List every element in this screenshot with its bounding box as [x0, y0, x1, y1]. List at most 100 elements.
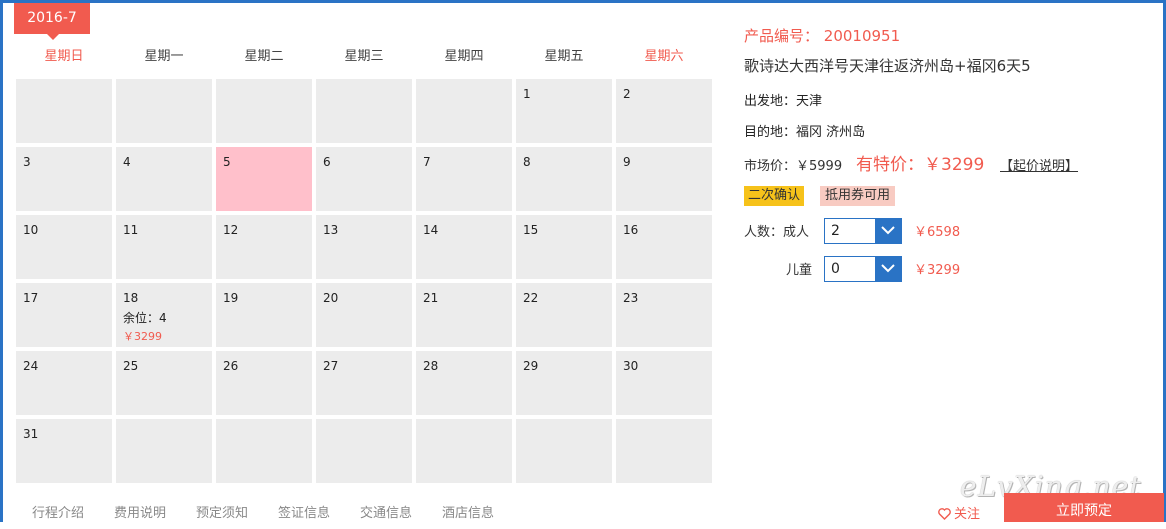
calendar-day[interactable]: 5: [216, 147, 312, 211]
calendar-grid: 1 2 3 4 5 6 7 8 9 10 11 12 13 14 15 16 17 18 余位：4 ￥3299 19 20…: [14, 77, 714, 485]
day-number: 5: [223, 155, 231, 169]
day-number: 6: [323, 155, 331, 169]
calendar-empty-cell: [316, 419, 412, 483]
calendar-day[interactable]: 15: [516, 215, 612, 279]
product-name: 歌诗达大西洋号天津往返济州岛+福冈6天5: [744, 57, 1031, 75]
adults-select[interactable]: 2: [824, 218, 902, 244]
tab-hotel[interactable]: 酒店信息: [442, 502, 494, 521]
weekday-sun: 星期日: [44, 49, 84, 64]
destination: 目的地：福冈 济州岛: [744, 125, 866, 140]
calendar-day[interactable]: 12: [216, 215, 312, 279]
adults-value: 2: [831, 223, 840, 239]
day-number: 15: [523, 223, 539, 237]
calendar-empty-cell: [16, 79, 112, 143]
day-number: 30: [623, 359, 639, 373]
follow-label: 关注: [954, 507, 981, 522]
calendar-day[interactable]: 2: [616, 79, 712, 143]
weekday-sat: 星期六: [644, 49, 684, 64]
calendar-empty-cell: [616, 419, 712, 483]
tab-booking-notes[interactable]: 预定须知: [196, 502, 248, 521]
weekday-fri: 星期五: [544, 49, 584, 64]
day-number: 29: [523, 359, 539, 373]
calendar-empty-cell: [216, 79, 312, 143]
weekday-mon: 星期一: [144, 49, 184, 64]
chevron-down-icon[interactable]: [875, 257, 901, 281]
weekday-wed: 星期三: [344, 49, 384, 64]
calendar-day[interactable]: 9: [616, 147, 712, 211]
calendar-day[interactable]: 24: [16, 351, 112, 415]
calendar-day[interactable]: 31: [16, 419, 112, 483]
product-id: 产品编号： 20010951: [744, 25, 900, 46]
tab-visa[interactable]: 签证信息: [278, 502, 330, 521]
tab-fees[interactable]: 费用说明: [114, 502, 166, 521]
calendar-day[interactable]: 29: [516, 351, 612, 415]
calendar-day[interactable]: 27: [316, 351, 412, 415]
heart-icon: [938, 508, 951, 520]
calendar-day[interactable]: 3: [16, 147, 112, 211]
calendar-empty-cell: [316, 79, 412, 143]
calendar-day[interactable]: 1: [516, 79, 612, 143]
day-number: 11: [123, 223, 139, 237]
tab-transport[interactable]: 交通信息: [360, 502, 412, 521]
day-number: 12: [223, 223, 239, 237]
calendar-day[interactable]: 18 余位：4 ￥3299: [116, 283, 212, 347]
children-label: 儿童: [786, 263, 813, 278]
product-id-value: 20010951: [823, 27, 901, 45]
special-price: 有特价：￥3299: [856, 155, 985, 175]
calendar-day[interactable]: 22: [516, 283, 612, 347]
confirm-badge: 二次确认: [744, 186, 805, 206]
day-number: 18: [123, 291, 139, 305]
calendar-day[interactable]: 23: [616, 283, 712, 347]
day-number: 9: [623, 155, 631, 169]
price-explain-link[interactable]: 【起价说明】: [1000, 155, 1078, 174]
day-price: ￥3299: [123, 330, 162, 343]
day-number: 7: [423, 155, 431, 169]
calendar-day[interactable]: 13: [316, 215, 412, 279]
book-now-button[interactable]: 立即预定: [1004, 493, 1164, 522]
day-number: 16: [623, 223, 639, 237]
calendar-day[interactable]: 19: [216, 283, 312, 347]
calendar-day[interactable]: 11: [116, 215, 212, 279]
children-select[interactable]: 0: [824, 256, 902, 282]
calendar-empty-cell: [516, 419, 612, 483]
adults-total: ￥6598: [914, 225, 961, 240]
calendar-day[interactable]: 17: [16, 283, 112, 347]
calendar-day[interactable]: 20: [316, 283, 412, 347]
calendar-day[interactable]: 30: [616, 351, 712, 415]
day-number: 27: [323, 359, 339, 373]
day-number: 31: [23, 427, 39, 441]
calendar-day[interactable]: 26: [216, 351, 312, 415]
day-number: 26: [223, 359, 239, 373]
calendar-empty-cell: [116, 79, 212, 143]
chevron-down-icon[interactable]: [875, 219, 901, 243]
day-number: 13: [323, 223, 339, 237]
calendar-day[interactable]: 16: [616, 215, 712, 279]
calendar-day[interactable]: 10: [16, 215, 112, 279]
follow-button[interactable]: 关注: [938, 503, 980, 522]
day-number: 25: [123, 359, 139, 373]
day-number: 4: [123, 155, 131, 169]
day-number: 23: [623, 291, 639, 305]
left-border: [0, 0, 3, 522]
month-tab[interactable]: 2016-7: [14, 3, 90, 40]
product-id-label: 产品编号：: [744, 27, 820, 45]
calendar-day[interactable]: 21: [416, 283, 512, 347]
calendar-day[interactable]: 25: [116, 351, 212, 415]
calendar-day[interactable]: 4: [116, 147, 212, 211]
calendar-day[interactable]: 14: [416, 215, 512, 279]
calendar-day[interactable]: 28: [416, 351, 512, 415]
calendar-day[interactable]: 8: [516, 147, 612, 211]
day-number: 22: [523, 291, 539, 305]
day-number: 28: [423, 359, 439, 373]
day-number: 19: [223, 291, 239, 305]
tab-itinerary[interactable]: 行程介绍: [32, 502, 84, 521]
day-number: 21: [423, 291, 439, 305]
calendar-empty-cell: [216, 419, 312, 483]
calendar-empty-cell: [416, 419, 512, 483]
day-number: 10: [23, 223, 39, 237]
day-number: 20: [323, 291, 339, 305]
adults-label: 人数：成人: [744, 225, 810, 240]
calendar-day[interactable]: 7: [416, 147, 512, 211]
top-border: [0, 0, 1166, 3]
calendar-day[interactable]: 6: [316, 147, 412, 211]
